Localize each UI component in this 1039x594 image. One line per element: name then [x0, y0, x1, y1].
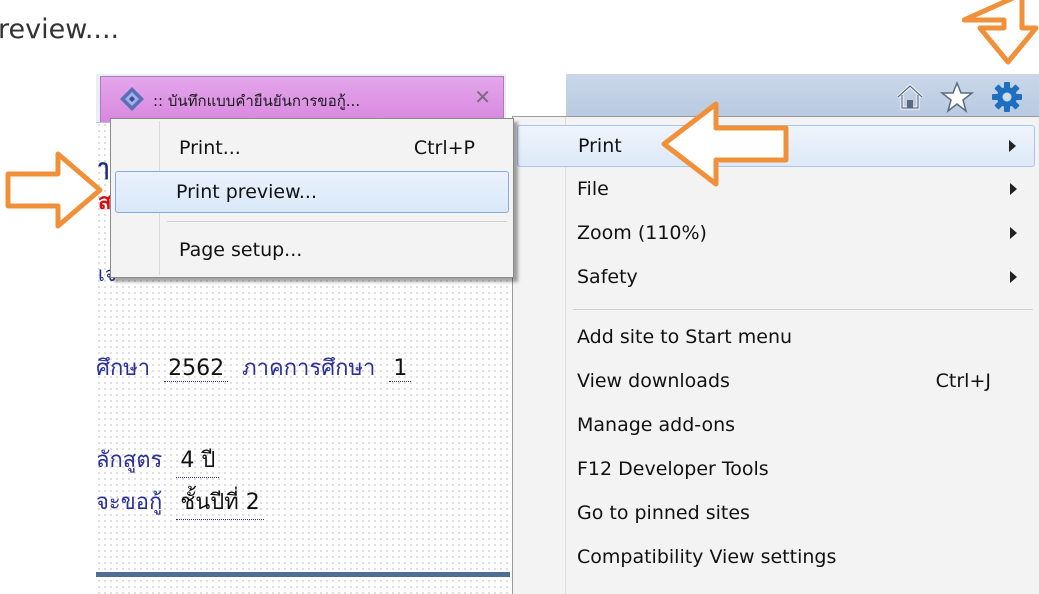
menu-separator	[167, 221, 507, 222]
semester-value: 1	[389, 356, 412, 382]
menu-item-label: Safety	[577, 266, 638, 288]
academic-year-label: ศึกษา	[96, 356, 151, 381]
menu-item-label: View downloads	[577, 370, 730, 392]
menu-item-label: Go to pinned sites	[577, 502, 750, 524]
loan-year-row: จะขอกู้ ชั้นปีที่ 2	[96, 484, 264, 520]
academic-year-row: ศึกษา 2562 ภาคการศึกษา 1	[96, 350, 412, 385]
menu-item-label: Compatibility View settings	[577, 546, 837, 568]
curriculum-label: ลักสูตร	[96, 448, 163, 473]
menu-item-label: Page setup...	[179, 239, 303, 261]
browser-tab[interactable]: :: บันทึกแบบคำยืนยันการขอกู้... ✕	[100, 76, 504, 122]
annotation-arrow-left-icon	[661, 101, 789, 187]
menu-item-label: F12 Developer Tools	[577, 458, 769, 480]
menu-item-add-site[interactable]: Add site to Start menu	[517, 317, 1035, 359]
menu-item-label: Print...	[179, 137, 241, 159]
loan-year-label: จะขอกู้	[96, 490, 163, 515]
annotation-arrow-down-icon	[962, 0, 1039, 65]
gear-icon[interactable]	[990, 80, 1024, 114]
menu-separator	[573, 309, 1033, 310]
caption-text: review....	[0, 14, 120, 45]
menu-item-shortcut: Ctrl+J	[935, 370, 991, 392]
tab-title: :: บันทึกแบบคำยืนยันการขอกู้...	[153, 92, 361, 110]
academic-year-value: 2562	[164, 356, 229, 382]
menu-item-zoom[interactable]: Zoom (110%)	[517, 213, 1035, 255]
print-submenu: Print... Ctrl+P Print preview... Page se…	[110, 118, 514, 278]
menu-item-compatibility-view[interactable]: Compatibility View settings	[517, 537, 1035, 579]
loan-year-value: ชั้นปีที่ 2	[176, 484, 264, 520]
star-icon[interactable]	[940, 80, 974, 114]
menu-item-label: Print preview...	[176, 181, 318, 203]
menu-item-shortcut: Ctrl+P	[413, 137, 475, 159]
submenu-arrow-icon	[1010, 271, 1017, 283]
menu-item-manage-addons[interactable]: Manage add-ons	[517, 405, 1035, 447]
menu-item-developer-tools[interactable]: F12 Developer Tools	[517, 449, 1035, 491]
submenu-arrow-icon	[1010, 227, 1017, 239]
menu-item-label: Print	[578, 135, 622, 157]
semester-label: ภาคการศึกษา	[242, 356, 376, 381]
menu-item-label: Manage add-ons	[577, 414, 736, 436]
submenu-item-print[interactable]: Print... Ctrl+P	[115, 127, 509, 169]
menu-item-label: Zoom (110%)	[577, 222, 707, 244]
menu-item-label: Add site to Start menu	[577, 326, 793, 348]
submenu-item-print-preview[interactable]: Print preview...	[115, 171, 509, 213]
menu-item-pinned-sites[interactable]: Go to pinned sites	[517, 493, 1035, 535]
submenu-arrow-icon	[1009, 140, 1016, 152]
close-tab-icon[interactable]: ✕	[474, 85, 491, 109]
submenu-item-page-setup[interactable]: Page setup...	[115, 229, 509, 271]
menu-item-safety[interactable]: Safety	[517, 257, 1035, 299]
annotation-arrow-right-icon	[5, 151, 103, 229]
site-favicon-icon	[120, 87, 144, 111]
page-divider	[96, 572, 510, 577]
curriculum-value: 4 ปี	[176, 442, 220, 478]
curriculum-row: ลักสูตร 4 ปี	[96, 442, 220, 478]
menu-item-label: File	[577, 178, 609, 200]
menu-item-view-downloads[interactable]: View downloads Ctrl+J	[517, 361, 1035, 403]
home-icon[interactable]	[893, 80, 927, 114]
submenu-arrow-icon	[1010, 183, 1017, 195]
